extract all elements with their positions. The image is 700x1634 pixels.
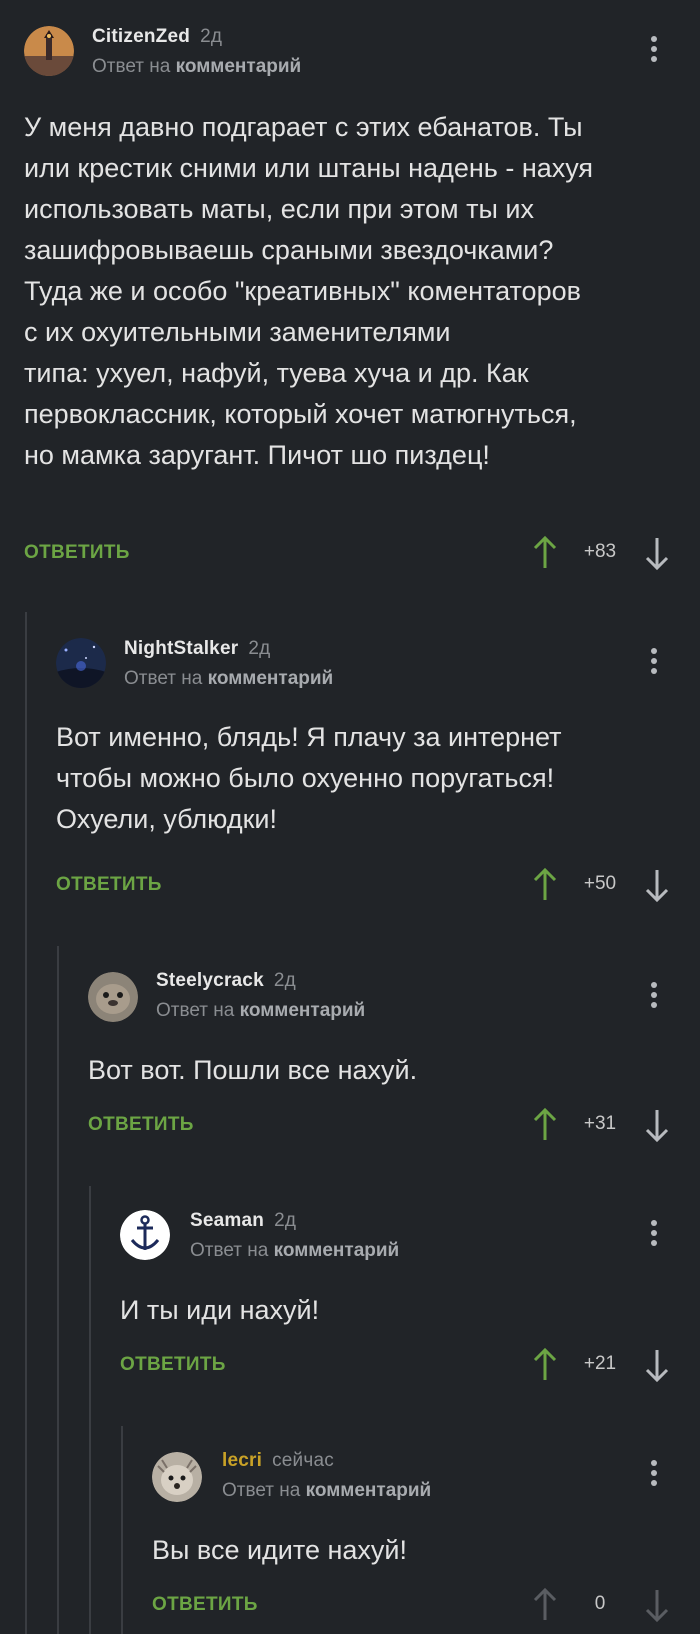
comment-text: Вы все идите нахуй! [152, 1535, 407, 1565]
comment-text: Вот вот. Пошли все нахуй. [88, 1055, 418, 1085]
reply-button[interactable]: ОТВЕТИТЬ [152, 1594, 258, 1616]
arrow-up-icon[interactable] [532, 868, 558, 902]
reply-to-link[interactable]: Ответ на комментарий [92, 56, 301, 78]
author-name[interactable]: Steelycrack 2д [156, 970, 296, 992]
vote-controls: +21 [528, 1348, 678, 1382]
comment-text: Вот именно, блядь! Я плачу за интернет ч… [56, 722, 562, 834]
comment-time: 2д [248, 638, 271, 659]
comment-score: +21 [583, 1353, 617, 1374]
arrow-up-icon[interactable] [532, 536, 558, 570]
author-name[interactable]: lecri сейчас [222, 1450, 334, 1472]
reply-button[interactable]: ОТВЕТИТЬ [56, 874, 162, 896]
arrow-down-icon[interactable] [644, 868, 670, 902]
arrow-up-icon[interactable] [532, 1108, 558, 1142]
author-name[interactable]: NightStalker 2д [124, 638, 270, 660]
thread-line-3 [89, 1186, 91, 1634]
arrow-down-icon[interactable] [644, 536, 670, 570]
more-vertical-icon[interactable] [650, 982, 658, 1012]
avatar[interactable] [120, 1210, 170, 1260]
comment-score: +50 [583, 873, 617, 894]
more-vertical-icon[interactable] [650, 1220, 658, 1250]
avatar[interactable] [24, 26, 74, 76]
comment-text: И ты иди нахуй! [120, 1295, 320, 1325]
reply-to-link[interactable]: Ответ на комментарий [222, 1480, 431, 1502]
vote-controls: +50 [528, 868, 678, 902]
comment-time: сейчас [272, 1450, 334, 1471]
avatar[interactable] [152, 1452, 202, 1502]
arrow-down-icon[interactable] [644, 1588, 670, 1622]
comment-score: 0 [594, 1593, 606, 1614]
author-name[interactable]: CitizenZed 2д [92, 26, 222, 48]
comment-score: +31 [583, 1113, 617, 1134]
comment-time: 2д [274, 1210, 297, 1231]
comment-text: У меня давно подгарает с этих ебанатов. … [24, 112, 594, 470]
comment-time: 2д [273, 970, 296, 991]
reply-button[interactable]: ОТВЕТИТЬ [24, 542, 130, 564]
reply-button[interactable]: ОТВЕТИТЬ [88, 1114, 194, 1136]
arrow-down-icon[interactable] [644, 1108, 670, 1142]
reply-to-link[interactable]: Ответ на комментарий [124, 668, 333, 690]
arrow-up-icon[interactable] [532, 1588, 558, 1622]
author-name[interactable]: Seaman 2д [190, 1210, 296, 1232]
more-vertical-icon[interactable] [650, 648, 658, 678]
thread-line-4 [121, 1426, 123, 1634]
more-vertical-icon[interactable] [650, 36, 658, 66]
arrow-up-icon[interactable] [532, 1348, 558, 1382]
vote-controls: +31 [528, 1108, 678, 1142]
avatar[interactable] [88, 972, 138, 1022]
arrow-down-icon[interactable] [644, 1348, 670, 1382]
thread-line-1 [25, 612, 27, 1634]
reply-to-link[interactable]: Ответ на комментарий [156, 1000, 365, 1022]
comment-time: 2д [200, 26, 223, 47]
comment-score: +83 [583, 541, 617, 562]
avatar[interactable] [56, 638, 106, 688]
more-vertical-icon[interactable] [650, 1460, 658, 1490]
vote-controls: 0 [528, 1588, 678, 1622]
reply-to-link[interactable]: Ответ на комментарий [190, 1240, 399, 1262]
vote-controls: +83 [528, 536, 678, 570]
thread-line-2 [57, 946, 59, 1634]
reply-button[interactable]: ОТВЕТИТЬ [120, 1354, 226, 1376]
